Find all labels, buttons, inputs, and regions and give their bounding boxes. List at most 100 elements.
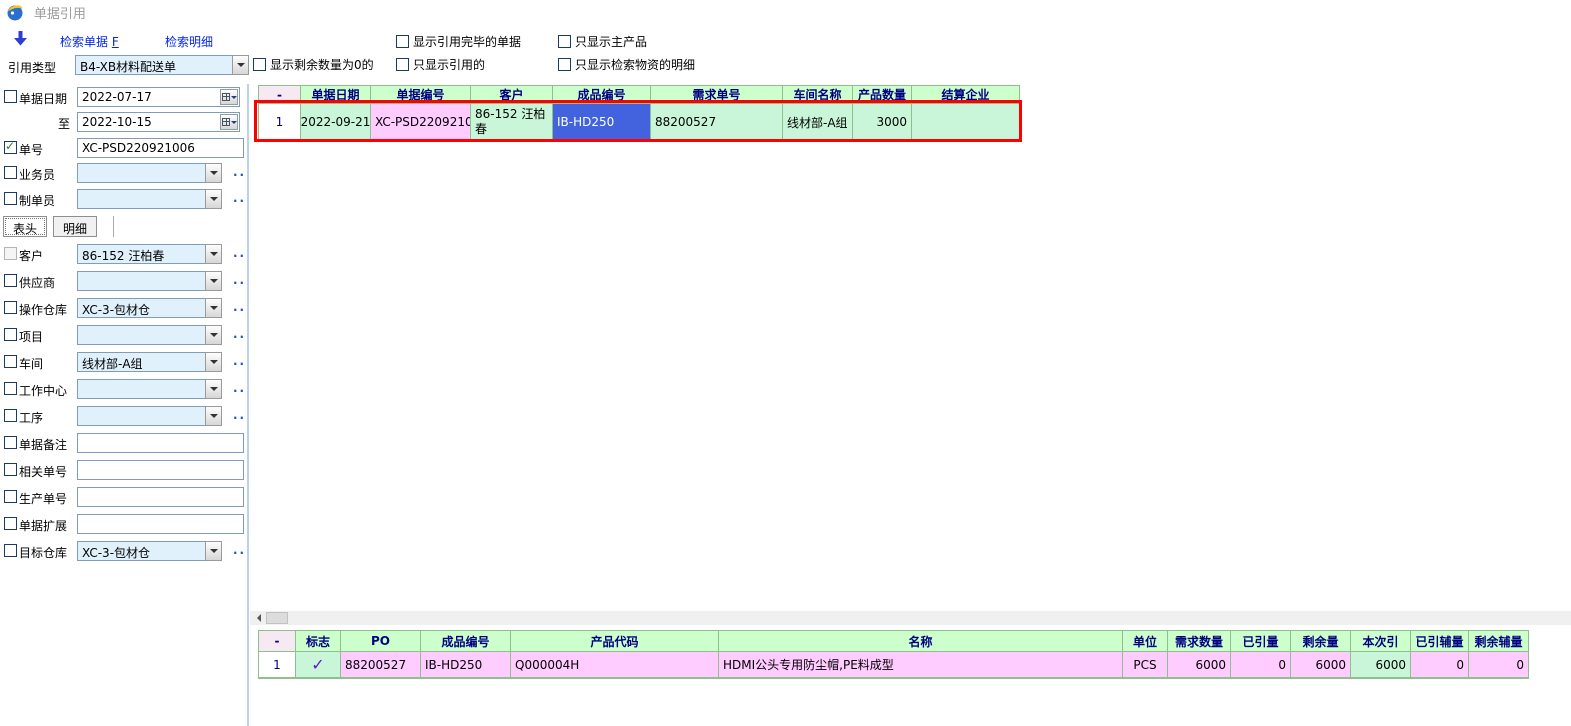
detail-horizontal-scrollbar[interactable] [250,611,1571,625]
detail-table-cell-0-3[interactable]: IB-HD250 [421,652,511,678]
workshop-value[interactable]: 线材部-A组 [77,352,205,372]
main-table-cell-0-8[interactable] [912,104,1019,141]
work-center-browse-button[interactable]: .. [233,381,246,395]
process-checkbox[interactable] [4,409,17,422]
column-header-10[interactable]: 本次引 [1351,631,1411,652]
column-header-0[interactable]: - [259,631,296,652]
column-header-11[interactable]: 已引辅量 [1411,631,1469,652]
column-header-5[interactable]: 需求单号 [651,86,783,104]
salesman-value[interactable] [77,163,205,183]
column-header-8[interactable]: 已引量 [1231,631,1291,652]
process-browse-button[interactable]: .. [233,408,246,422]
column-header-7[interactable]: 产品数量 [853,86,912,104]
toolbar-checkbox-4[interactable]: 只显示检索物资的明细 [558,56,695,73]
detail-table-cell-0-4[interactable]: Q000004H [511,652,719,678]
customer-browse-button[interactable]: .. [233,246,246,260]
customer-dropdown-arrow-icon[interactable] [205,244,222,264]
doc-date-from-checkbox[interactable] [4,90,17,103]
work-center-checkbox[interactable] [4,382,17,395]
jump-down-button[interactable] [14,31,30,49]
checkbox-icon[interactable] [253,58,266,71]
doc-no-checkbox[interactable] [4,141,17,154]
project-value[interactable] [77,325,205,345]
main-table-cell-0-1[interactable]: 2022-09-21 [301,104,371,141]
column-header-1[interactable]: 标志 [296,631,341,652]
checkbox-icon[interactable] [396,35,409,48]
column-header-3[interactable]: 成品编号 [421,631,511,652]
ref-type-dropdown-arrow-icon[interactable] [232,55,249,75]
detail-table-cell-0-9[interactable]: 6000 [1291,652,1351,678]
doc-date-from-picker-button[interactable] [220,89,238,105]
related-no-input[interactable] [77,460,244,480]
doc-no-input[interactable]: XC-PSD220921006 [77,138,244,158]
work-center-value[interactable] [77,379,205,399]
target-warehouse-combo[interactable]: XC-3-包材仓 [77,541,222,561]
op-warehouse-combo[interactable]: XC-3-包材仓 [77,298,222,318]
salesman-dropdown-arrow-icon[interactable] [205,163,222,183]
column-header-2[interactable]: 单据编号 [371,86,471,104]
salesman-checkbox[interactable] [4,166,17,179]
work-center-combo[interactable] [77,379,222,399]
detail-table-cell-0-2[interactable]: 88200527 [341,652,421,678]
project-checkbox[interactable] [4,328,17,341]
column-header-3[interactable]: 客户 [471,86,553,104]
column-header-6[interactable]: 单位 [1123,631,1168,652]
scroll-left-button[interactable] [250,611,266,625]
ref-type-value[interactable]: B4-XB材料配送单 [75,55,232,75]
ref-type-combo[interactable]: B4-XB材料配送单 [75,55,249,75]
column-header-2[interactable]: PO [341,631,421,652]
production-no-input[interactable] [77,487,244,507]
detail-table-row-0[interactable]: 1✓88200527IB-HD250Q000004HHDMI公头专用防尘帽,PE… [259,652,1528,678]
preparer-dropdown-arrow-icon[interactable] [205,189,222,209]
detail-table-cell-0-8[interactable]: 0 [1231,652,1291,678]
tab-header[interactable]: 表头 [3,216,47,237]
toolbar-checkbox-3[interactable]: 只显示引用的 [396,56,485,73]
checkbox-icon[interactable] [558,58,571,71]
doc-date-to-picker-button[interactable] [220,114,238,130]
main-table-cell-0-4[interactable]: IB-HD250 [553,104,651,141]
checkbox-icon[interactable] [558,35,571,48]
column-header-6[interactable]: 车间名称 [783,86,853,104]
tab-detail[interactable]: 明细 [53,216,97,237]
workshop-checkbox[interactable] [4,355,17,368]
detail-table-cell-0-1[interactable]: ✓ [296,652,341,678]
detail-table-cell-0-6[interactable]: PCS [1123,652,1168,678]
workshop-browse-button[interactable]: .. [233,354,246,368]
target-warehouse-browse-button[interactable]: .. [233,543,246,557]
workshop-combo[interactable]: 线材部-A组 [77,352,222,372]
main-table-cell-0-3[interactable]: 86-152 汪柏春 [471,104,553,141]
target-warehouse-value[interactable]: XC-3-包材仓 [77,541,205,561]
work-center-dropdown-arrow-icon[interactable] [205,379,222,399]
checkbox-icon[interactable] [396,58,409,71]
process-dropdown-arrow-icon[interactable] [205,406,222,426]
column-header-5[interactable]: 名称 [719,631,1123,652]
doc-remark-checkbox[interactable] [4,436,17,449]
search-detail-link[interactable]: 检索明细 [165,33,213,50]
salesman-browse-button[interactable]: .. [233,165,246,179]
column-header-1[interactable]: 单据日期 [301,86,371,104]
detail-table-cell-0-12[interactable]: 0 [1469,652,1528,678]
project-combo[interactable] [77,325,222,345]
salesman-combo[interactable] [77,163,222,183]
column-header-8[interactable]: 结算企业 [912,86,1019,104]
project-dropdown-arrow-icon[interactable] [205,325,222,345]
supplier-combo[interactable] [77,271,222,291]
supplier-checkbox[interactable] [4,274,17,287]
related-no-checkbox[interactable] [4,463,17,476]
op-warehouse-value[interactable]: XC-3-包材仓 [77,298,205,318]
op-warehouse-browse-button[interactable]: .. [233,300,246,314]
preparer-checkbox[interactable] [4,192,17,205]
customer-combo[interactable]: 86-152 汪柏春 [77,244,222,264]
preparer-value[interactable] [77,189,205,209]
main-table-cell-0-7[interactable]: 3000 [853,104,912,141]
detail-table-cell-0-7[interactable]: 6000 [1168,652,1231,678]
toolbar-checkbox-2[interactable]: 显示剩余数量为0的 [253,56,374,73]
process-value[interactable] [77,406,205,426]
production-no-checkbox[interactable] [4,490,17,503]
column-header-9[interactable]: 剩余量 [1291,631,1351,652]
preparer-combo[interactable] [77,189,222,209]
column-header-4[interactable]: 产品代码 [511,631,719,652]
detail-table-cell-0-0[interactable]: 1 [259,652,296,678]
op-warehouse-dropdown-arrow-icon[interactable] [205,298,222,318]
doc-extend-checkbox[interactable] [4,517,17,530]
